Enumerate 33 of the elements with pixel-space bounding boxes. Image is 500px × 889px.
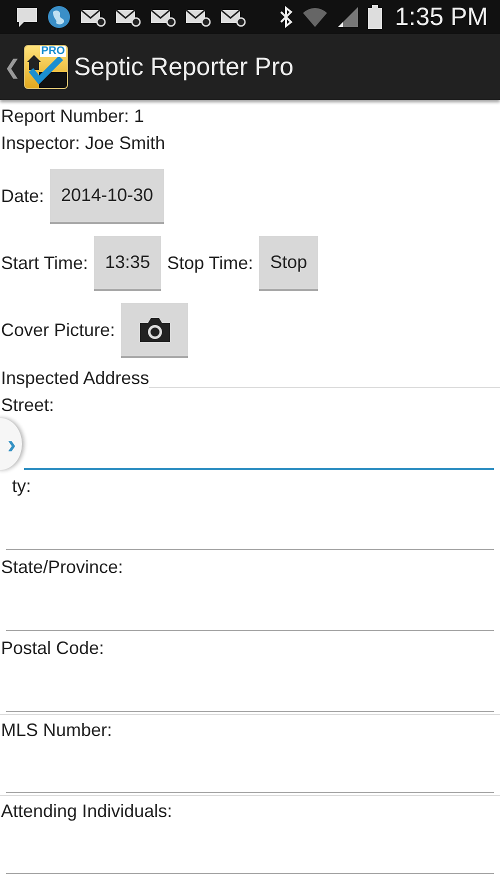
- mail-icon: [150, 7, 176, 27]
- mail-icon: [185, 7, 211, 27]
- mail-icon: [115, 7, 141, 27]
- globe-icon: [47, 5, 71, 29]
- camera-button[interactable]: [121, 303, 188, 358]
- field-label: Start Time:: [1, 253, 88, 274]
- value-button[interactable]: 13:35: [94, 236, 162, 291]
- field-label: Cover Picture:: [1, 320, 116, 341]
- battery-icon: [368, 5, 382, 29]
- value-button[interactable]: Stop: [259, 236, 318, 291]
- mail-icon: [220, 7, 246, 27]
- field-label: Date:: [1, 186, 44, 207]
- section-title: Inspected Address: [0, 367, 150, 390]
- bluetooth-icon: [278, 6, 293, 28]
- app-title: Septic Reporter Pro: [74, 52, 294, 82]
- camera-icon: [138, 316, 172, 342]
- back-icon[interactable]: ❮: [4, 54, 18, 80]
- info-text: Report Number: 1: [0, 105, 146, 128]
- info-text: Inspector: Joe Smith: [0, 132, 166, 155]
- wifi-icon: [302, 6, 328, 28]
- field-label: State/Province:: [0, 556, 124, 579]
- field-label: Stop Time:: [167, 253, 254, 274]
- value-button[interactable]: 2014-10-30: [50, 169, 164, 224]
- field-label: ty:: [11, 475, 32, 498]
- mail-icon: [80, 7, 106, 27]
- field-label: Postal Code:: [0, 637, 104, 660]
- field-label: Street:: [0, 394, 54, 417]
- signal-icon: [336, 6, 359, 28]
- app-logo: PRO: [24, 45, 68, 89]
- field-label: MLS Number:: [0, 719, 112, 742]
- field-label: Attending Individuals:: [0, 800, 172, 823]
- chat-icon: [16, 6, 38, 28]
- status-time: 1:35 PM: [394, 2, 488, 32]
